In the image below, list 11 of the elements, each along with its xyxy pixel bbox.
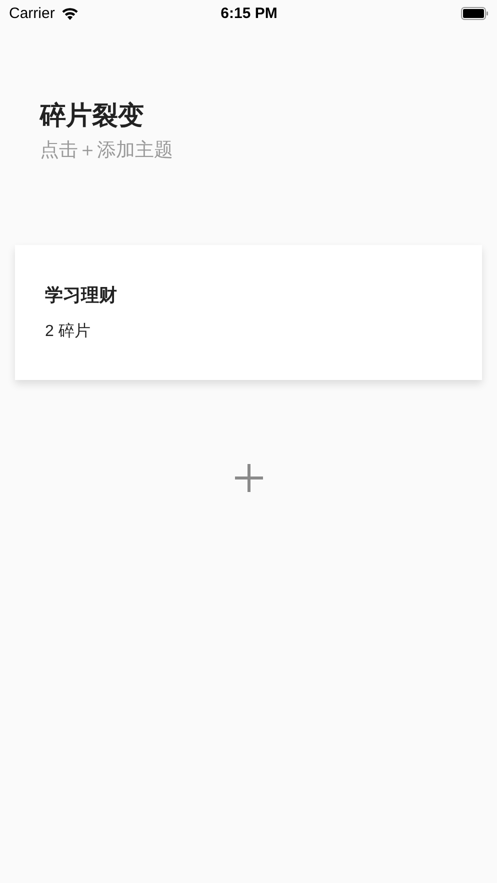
topic-title: 学习理财 bbox=[45, 284, 118, 307]
carrier-label: Carrier bbox=[9, 4, 55, 22]
add-button[interactable] bbox=[232, 462, 264, 494]
clock-time: 6:15 PM bbox=[220, 4, 278, 22]
wifi-icon bbox=[60, 6, 79, 20]
plus-icon bbox=[232, 462, 264, 494]
page-title: 碎片裂变 bbox=[40, 99, 145, 132]
page-subtitle: 点击＋添加主题 bbox=[40, 139, 174, 163]
topic-card[interactable]: 学习理财 2 碎片 bbox=[15, 245, 482, 380]
fragment-count: 2 碎片 bbox=[45, 322, 92, 342]
battery-icon bbox=[461, 6, 490, 20]
